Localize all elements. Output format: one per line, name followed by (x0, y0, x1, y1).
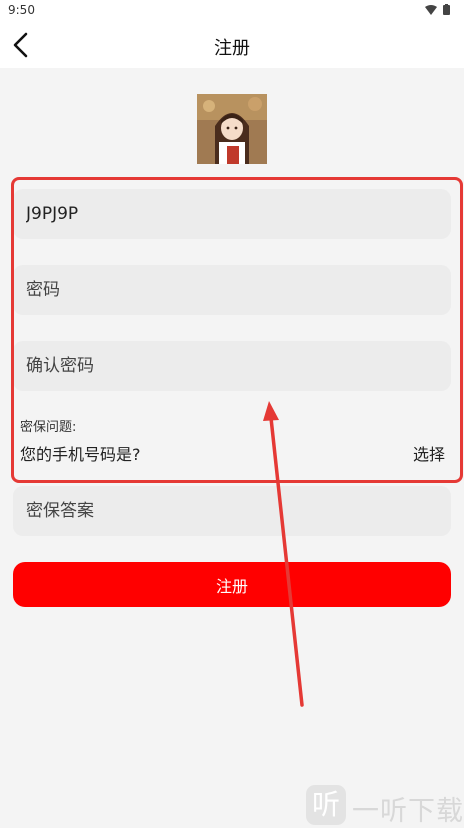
password-input[interactable] (13, 265, 451, 315)
app-header: 注册 (0, 22, 464, 68)
page-title: 注册 (214, 38, 250, 59)
avatar-image (197, 94, 267, 164)
battery-icon (443, 5, 450, 15)
security-answer-input[interactable] (13, 486, 451, 536)
avatar[interactable] (197, 94, 267, 164)
security-question-label: 密保问题: (20, 420, 77, 435)
watermark: 听 一听下载 (306, 783, 464, 827)
choose-question-button[interactable]: 选择 (413, 441, 445, 465)
watermark-logo: 听 (306, 785, 346, 825)
status-bar: 9:50 (0, 0, 464, 22)
account-input[interactable] (13, 189, 451, 239)
register-button[interactable]: 注册 (13, 562, 451, 607)
security-question-value: 您的手机号码是? (20, 445, 141, 464)
wifi-icon (425, 5, 437, 15)
status-time: 9:50 (8, 3, 35, 17)
confirm-password-input[interactable] (13, 341, 451, 391)
status-icons (425, 4, 450, 15)
watermark-text: 一听下载 (352, 796, 464, 827)
